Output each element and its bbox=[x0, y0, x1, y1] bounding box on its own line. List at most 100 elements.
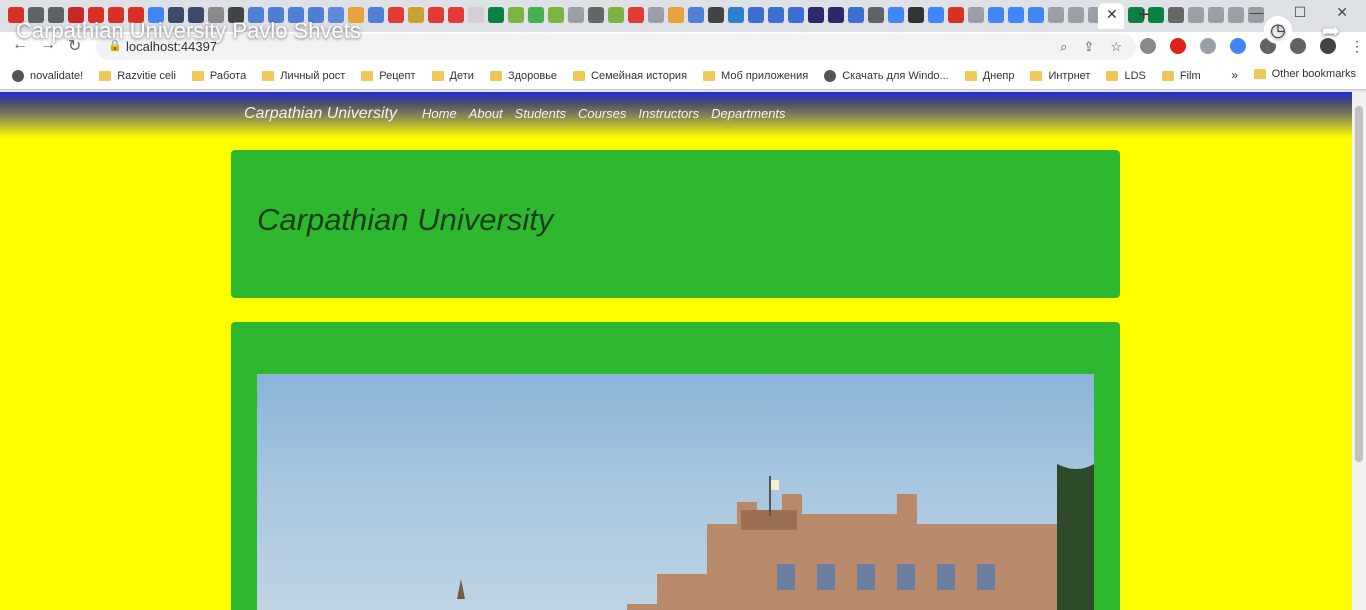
folder-icon bbox=[361, 70, 374, 81]
bookmark-label: Днепр bbox=[982, 69, 1015, 82]
bookmark-label: Дети bbox=[449, 69, 474, 82]
bookmark-item[interactable]: Здоровье bbox=[489, 70, 557, 82]
globe-icon bbox=[12, 69, 24, 82]
folder-icon bbox=[703, 70, 716, 81]
nav-link-home[interactable]: Home bbox=[422, 106, 457, 121]
web-page: Carpathian University Home About Students C… bbox=[0, 92, 1352, 610]
bookmark-label: Интрнет bbox=[1048, 69, 1091, 82]
tab-favicon-icon[interactable] bbox=[708, 7, 724, 23]
bookmark-item[interactable]: novalidate! bbox=[12, 69, 83, 82]
star-icon[interactable]: ☆ bbox=[1110, 39, 1122, 55]
tab-favicon-icon[interactable] bbox=[968, 7, 984, 23]
tab-favicon-icon[interactable] bbox=[488, 7, 504, 23]
minimize-icon[interactable]: — bbox=[1250, 4, 1264, 21]
tab-favicon-icon[interactable] bbox=[1188, 7, 1204, 23]
tab-favicon-icon[interactable] bbox=[1168, 7, 1184, 23]
tab-favicon-icon[interactable] bbox=[1028, 7, 1044, 23]
tab-favicon-icon[interactable] bbox=[748, 7, 764, 23]
tab-favicon-icon[interactable] bbox=[988, 7, 1004, 23]
tab-favicon-icon[interactable] bbox=[628, 7, 644, 23]
tab-favicon-icon[interactable] bbox=[1228, 7, 1244, 23]
other-bookmarks[interactable]: Other bookmarks bbox=[1253, 68, 1356, 80]
tab-favicon-icon[interactable] bbox=[928, 7, 944, 23]
bookmark-item[interactable]: Днепр bbox=[964, 69, 1015, 82]
close-tab-icon[interactable]: ✕ bbox=[1106, 6, 1118, 23]
bookmark-item[interactable]: Семейная история bbox=[573, 70, 687, 82]
tab-favicon-icon[interactable] bbox=[588, 7, 604, 23]
share-icon[interactable]: ⇪ bbox=[1083, 39, 1094, 55]
folder-icon bbox=[262, 70, 275, 81]
tab-favicon-icon[interactable] bbox=[528, 7, 544, 23]
bookmark-label: Film bbox=[1179, 69, 1201, 82]
tab-favicon-icon[interactable] bbox=[548, 7, 564, 23]
bookmark-item[interactable]: Film bbox=[1161, 69, 1201, 82]
tab-favicon-icon[interactable] bbox=[868, 7, 884, 23]
tab-favicon-icon[interactable] bbox=[1048, 7, 1064, 23]
tab-favicon-icon[interactable] bbox=[408, 7, 424, 23]
tab-favicon-icon[interactable] bbox=[888, 7, 904, 23]
bookmarks-overflow[interactable]: » bbox=[1231, 68, 1238, 82]
tab-favicon-icon[interactable] bbox=[608, 7, 624, 23]
tab-favicon-icon[interactable] bbox=[1008, 7, 1024, 23]
tab-favicon-icon[interactable] bbox=[848, 7, 864, 23]
site-brand[interactable]: Carpathian University bbox=[244, 105, 397, 123]
bookmark-item[interactable]: Работа bbox=[191, 69, 247, 82]
tab-favicon-icon[interactable] bbox=[728, 7, 744, 23]
tab-favicon-icon[interactable] bbox=[668, 7, 684, 23]
watch-later-icon[interactable]: ◷ bbox=[1264, 16, 1292, 44]
nav-link-instructors[interactable]: Instructors bbox=[638, 106, 699, 121]
nav-link-courses[interactable]: Courses bbox=[578, 106, 626, 121]
shield-icon[interactable] bbox=[1200, 38, 1216, 54]
tab-favicon-icon[interactable] bbox=[368, 7, 384, 23]
browser-chrome: ✕ + — ☐ ✕ ← → ↻ 🔒 localhost:44397 ⌕ ⇪ ☆ bbox=[0, 0, 1366, 92]
bookmark-item[interactable]: Личный рост bbox=[262, 70, 345, 82]
tab-favicon-icon[interactable] bbox=[768, 7, 784, 23]
scroll-thumb[interactable] bbox=[1355, 106, 1363, 462]
bookmark-label: Работа bbox=[209, 69, 247, 82]
bookmark-item[interactable]: Моб приложения bbox=[703, 70, 808, 82]
bookmark-item[interactable]: Рецепт bbox=[361, 70, 416, 82]
other-bookmarks-label: Other bookmarks bbox=[1271, 68, 1356, 80]
tab-favicon-icon[interactable] bbox=[508, 7, 524, 23]
tab-favicon-icon[interactable] bbox=[648, 7, 664, 23]
bookmark-item[interactable]: Дети bbox=[431, 69, 474, 82]
menu-icon[interactable]: ⋮ bbox=[1350, 38, 1366, 54]
opera-icon[interactable] bbox=[1170, 38, 1186, 54]
folder-icon bbox=[489, 70, 502, 81]
tab-favicon-icon[interactable] bbox=[1148, 7, 1164, 23]
video-title: Carpathian University Pavlo Shvets bbox=[16, 18, 361, 43]
nav-link-departments[interactable]: Departments bbox=[711, 106, 785, 121]
tab-favicon-icon[interactable] bbox=[788, 7, 804, 23]
bookmark-item[interactable]: LDS bbox=[1106, 70, 1146, 82]
nav-link-about[interactable]: About bbox=[469, 106, 503, 121]
nav-link-students[interactable]: Students bbox=[515, 106, 566, 121]
bookmark-label: Личный рост bbox=[280, 69, 346, 82]
folder-icon bbox=[1106, 70, 1119, 81]
bookmark-item[interactable]: Скачать для Windo... bbox=[824, 69, 949, 82]
omnibox-actions: ⌕ ⇪ ☆ bbox=[1060, 39, 1122, 55]
image-panel bbox=[231, 322, 1120, 610]
tab-favicon-icon[interactable] bbox=[568, 7, 584, 23]
tab-favicon-icon[interactable] bbox=[428, 7, 444, 23]
nav-links: Home About Students Courses Instructors Depar… bbox=[422, 106, 786, 121]
tab-favicon-icon[interactable] bbox=[828, 7, 844, 23]
hero-title: Carpathian University bbox=[257, 202, 554, 237]
share-video-icon[interactable]: ➦ bbox=[1316, 16, 1346, 46]
new-tab-button[interactable]: + bbox=[1138, 4, 1150, 27]
tab-favicon-icon[interactable] bbox=[1208, 7, 1224, 23]
extension-icon[interactable] bbox=[1140, 38, 1156, 54]
tab-favicon-icon[interactable] bbox=[448, 7, 464, 23]
tab-favicon-icon[interactable] bbox=[468, 7, 484, 23]
translate-icon[interactable] bbox=[1230, 38, 1246, 54]
tab-favicon-icon[interactable] bbox=[388, 7, 404, 23]
tab-favicon-icon[interactable] bbox=[948, 7, 964, 23]
tab-favicon-icon[interactable] bbox=[688, 7, 704, 23]
tab-favicon-icon[interactable] bbox=[908, 7, 924, 23]
bookmark-item[interactable]: Интрнет bbox=[1030, 70, 1090, 82]
page-scrollbar[interactable] bbox=[1352, 92, 1366, 610]
tab-favicon-icon[interactable] bbox=[1068, 7, 1084, 23]
folder-icon bbox=[431, 70, 444, 81]
bookmark-item[interactable]: Razvitie celi bbox=[99, 70, 176, 82]
zoom-icon[interactable]: ⌕ bbox=[1060, 39, 1067, 55]
tab-favicon-icon[interactable] bbox=[808, 7, 824, 23]
